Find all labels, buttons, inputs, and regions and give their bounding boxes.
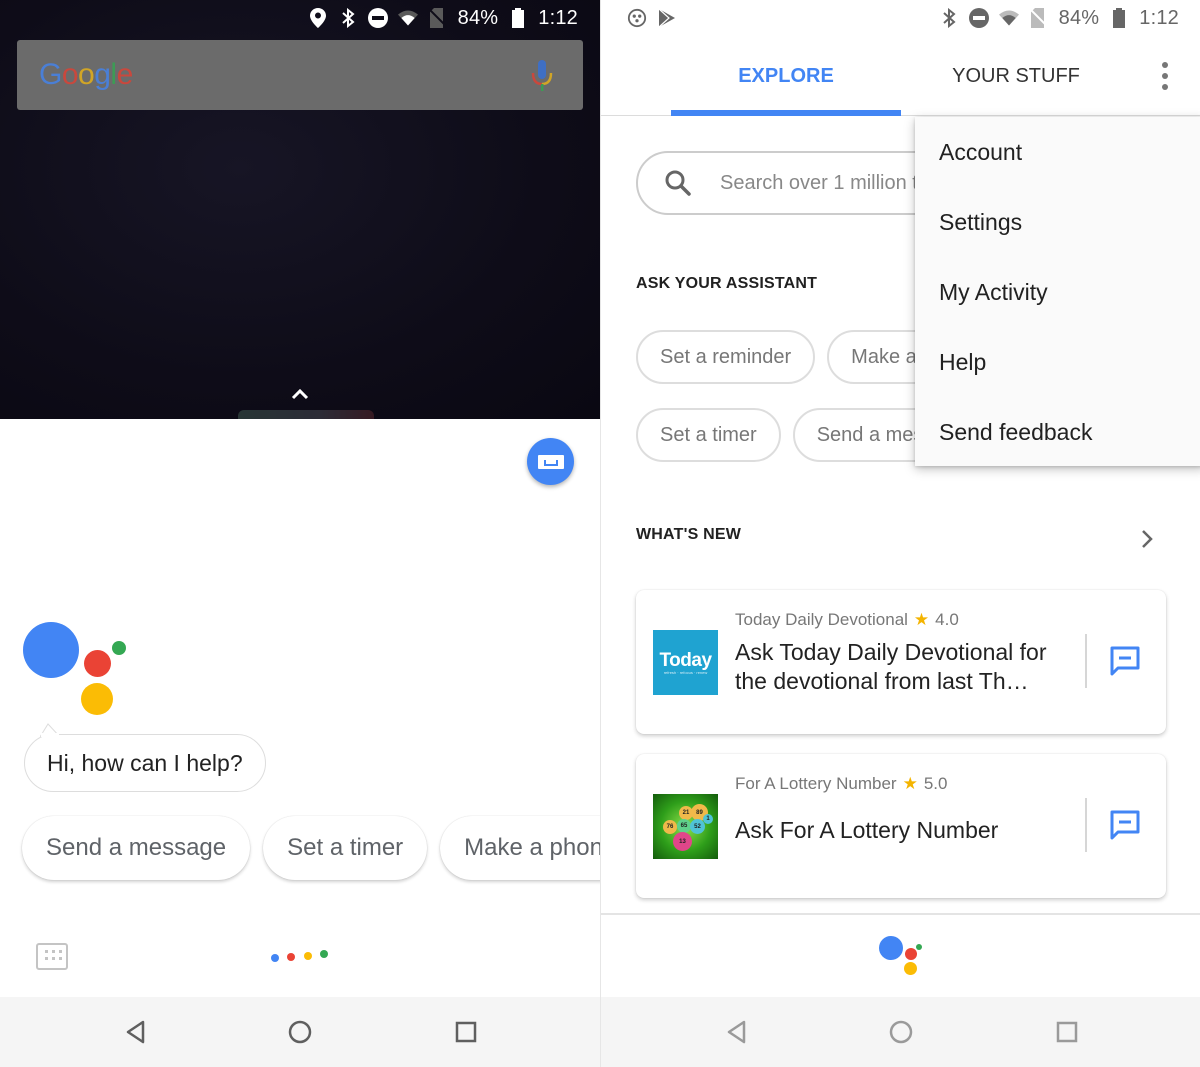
clock: 1:12 bbox=[538, 6, 578, 29]
ask-your-assistant-heading: ASK YOUR ASSISTANT bbox=[636, 275, 818, 292]
bluetooth-icon bbox=[939, 8, 959, 28]
back-icon bbox=[727, 1020, 746, 1044]
suggestion-chip-send-message[interactable]: Send a message bbox=[22, 816, 251, 880]
star-icon: ★ bbox=[913, 610, 930, 629]
whats-new-card-today-devotional[interactable]: Today refresh · refocus · renew Today Da… bbox=[636, 590, 1166, 734]
assistant-logo-red-dot bbox=[84, 650, 111, 677]
battery-percent: 84% bbox=[1058, 6, 1100, 29]
tab-bar: EXPLORE YOUR STUFF bbox=[601, 36, 1200, 116]
no-sim-icon bbox=[1029, 8, 1049, 28]
recents-button[interactable] bbox=[1052, 1017, 1082, 1047]
menu-item-settings[interactable]: Settings bbox=[939, 209, 1022, 236]
home-button[interactable] bbox=[285, 1017, 315, 1047]
home-button[interactable] bbox=[886, 1017, 916, 1047]
listening-dot-red bbox=[287, 953, 295, 961]
back-button[interactable] bbox=[721, 1017, 751, 1047]
assistant-overlay-screen: 84% 1:12 Google Hi, how can I help? Send… bbox=[0, 0, 600, 1067]
lottery-app-thumbnail: 21 89 76 65 52 13 1 bbox=[653, 794, 718, 859]
card-title: Ask Today Daily Devotional for the devot… bbox=[735, 639, 1047, 694]
more-options-button[interactable] bbox=[1153, 60, 1177, 92]
chat-bubble-icon[interactable] bbox=[1108, 644, 1142, 678]
tab-your-stuff[interactable]: YOUR STUFF bbox=[901, 36, 1131, 116]
recents-icon bbox=[1056, 1021, 1078, 1043]
assistant-logo-green-dot bbox=[112, 641, 126, 655]
no-sim-icon bbox=[428, 8, 448, 28]
do-not-disturb-icon bbox=[367, 8, 388, 28]
menu-item-help[interactable]: Help bbox=[939, 349, 986, 376]
chevron-right-icon[interactable] bbox=[1139, 528, 1155, 550]
card-app-meta: For A Lottery Number ★ 5.0 bbox=[735, 774, 947, 794]
status-bar: 84% 1:12 bbox=[0, 0, 600, 36]
card-divider bbox=[1085, 798, 1087, 852]
bubble-tail-mask bbox=[41, 733, 59, 737]
card-app-meta: Today Daily Devotional ★ 4.0 bbox=[735, 610, 959, 630]
whats-new-heading: WHAT'S NEW bbox=[636, 526, 742, 543]
more-vert-icon bbox=[1162, 62, 1168, 68]
status-bar: 84% 1:12 bbox=[601, 0, 1200, 36]
assistant-greeting-bubble: Hi, how can I help? bbox=[24, 734, 266, 792]
app-name: Today Daily Devotional bbox=[735, 610, 908, 629]
assistant-logo-blue-dot bbox=[879, 936, 903, 960]
back-icon bbox=[126, 1020, 145, 1044]
location-icon bbox=[308, 8, 328, 28]
ask-chip-set-reminder[interactable]: Set a reminder bbox=[636, 330, 816, 384]
wifi-icon bbox=[998, 8, 1019, 28]
app-rating: 4.0 bbox=[935, 610, 959, 629]
menu-item-my-activity[interactable]: My Activity bbox=[939, 279, 1048, 306]
keyboard-fab-button[interactable] bbox=[527, 438, 574, 485]
card-title: Ask For A Lottery Number bbox=[735, 817, 999, 843]
active-tab-indicator bbox=[671, 110, 901, 116]
menu-item-send-feedback[interactable]: Send feedback bbox=[939, 419, 1092, 446]
listening-dot-green bbox=[320, 950, 328, 958]
ask-chip-set-timer[interactable]: Set a timer bbox=[636, 408, 781, 462]
assistant-logo-green-dot bbox=[916, 944, 922, 950]
back-button[interactable] bbox=[120, 1017, 150, 1047]
battery-icon bbox=[1109, 8, 1129, 28]
battery-percent: 84% bbox=[457, 6, 499, 29]
keyboard-icon bbox=[537, 454, 564, 469]
listening-dot-blue bbox=[271, 954, 279, 962]
search-icon bbox=[665, 170, 691, 196]
assistant-logo-yellow-dot bbox=[904, 962, 917, 975]
listening-dot-yellow bbox=[304, 952, 312, 960]
bottom-divider bbox=[601, 913, 1200, 915]
greeting-text: Hi, how can I help? bbox=[47, 749, 243, 776]
wifi-icon bbox=[397, 8, 418, 28]
navigation-bar bbox=[0, 997, 600, 1067]
suggestion-chip-make-call[interactable]: Make a phone call bbox=[440, 816, 600, 880]
menu-item-account[interactable]: Account bbox=[939, 139, 1022, 166]
assistant-notification-icon bbox=[627, 8, 647, 28]
assistant-logo-blue-dot bbox=[23, 622, 79, 678]
star-icon: ★ bbox=[902, 774, 918, 793]
tab-explore[interactable]: EXPLORE bbox=[671, 36, 901, 116]
play-store-icon bbox=[657, 8, 677, 28]
suggestion-chip-set-timer[interactable]: Set a timer bbox=[263, 816, 428, 880]
today-app-thumbnail: Today refresh · refocus · renew bbox=[653, 630, 718, 695]
home-icon bbox=[889, 1020, 913, 1044]
chat-bubble-icon[interactable] bbox=[1108, 808, 1142, 842]
suggestion-chips: Send a message Set a timer Make a phone … bbox=[22, 816, 600, 880]
recents-button[interactable] bbox=[451, 1017, 481, 1047]
overflow-menu: Account Settings My Activity Help Send f… bbox=[915, 117, 1200, 466]
assistant-logo-red-dot bbox=[905, 948, 917, 960]
bluetooth-icon bbox=[338, 8, 358, 28]
whats-new-card-lottery-number[interactable]: 21 89 76 65 52 13 1 For A Lottery Number… bbox=[636, 754, 1166, 898]
battery-icon bbox=[508, 8, 528, 28]
card-divider bbox=[1085, 634, 1087, 688]
do-not-disturb-icon bbox=[968, 8, 989, 28]
chevron-up-icon[interactable] bbox=[288, 386, 312, 402]
assistant-explore-screen: 84% 1:12 EXPLORE YOUR STUFF Search over … bbox=[600, 0, 1200, 1067]
mic-icon[interactable] bbox=[531, 60, 553, 92]
recents-icon bbox=[455, 1021, 477, 1043]
google-search-bar[interactable]: Google bbox=[17, 40, 583, 110]
keyboard-toggle-icon[interactable] bbox=[36, 943, 68, 970]
google-logo: Google bbox=[39, 58, 133, 91]
home-icon bbox=[288, 1020, 312, 1044]
app-name: For A Lottery Number bbox=[735, 774, 897, 793]
app-rating: 5.0 bbox=[923, 774, 948, 793]
navigation-bar bbox=[601, 997, 1200, 1067]
clock: 1:12 bbox=[1139, 6, 1179, 29]
assistant-logo-yellow-dot bbox=[81, 683, 113, 715]
